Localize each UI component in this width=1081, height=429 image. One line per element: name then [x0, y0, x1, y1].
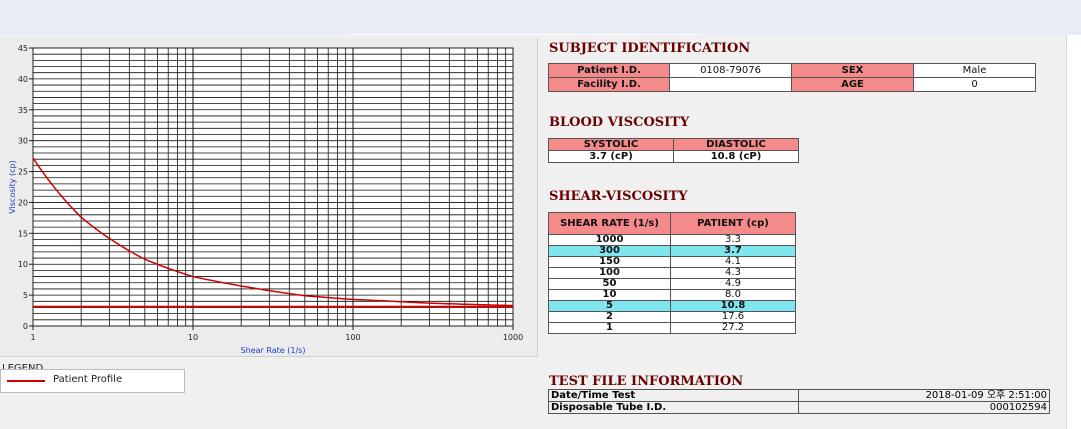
tube-id-value: 000102594 — [798, 401, 1050, 414]
right-edge-panel — [1066, 35, 1081, 429]
viscosity-cell: 4.3 — [670, 267, 796, 279]
shear-title: SHEAR-VISCOSITY — [549, 189, 688, 204]
top-bar — [0, 0, 1081, 35]
y-tick-label: 5 — [23, 291, 28, 300]
y-tick-label: 20 — [18, 198, 28, 207]
shear-table-row: 50 4.9 — [548, 278, 796, 290]
viscosity-cell: 4.1 — [670, 256, 796, 268]
shear-rate-cell: 5 — [548, 300, 671, 312]
patient-id-value: 0108-79076 — [669, 63, 792, 78]
shear-table-row: 5 10.8 — [548, 300, 796, 312]
y-tick-label: 30 — [18, 137, 28, 146]
viscosity-cell: 27.2 — [670, 322, 796, 334]
viscosity-cell: 10.8 — [670, 300, 796, 312]
date-time-value: 2018-01-09 오후 2:51:00 — [798, 389, 1050, 402]
x-tick-label: 100 — [345, 333, 360, 342]
shear-rate-cell: 1000 — [548, 234, 671, 246]
testfile-table: Date/Time Test 2018-01-09 오후 2:51:00 Dis… — [548, 389, 1050, 414]
shear-rate-cell: 50 — [548, 278, 671, 290]
systolic-value: 3.7 (cP) — [548, 150, 674, 163]
shear-table-row: 10 8.0 — [548, 289, 796, 301]
shear-rate-cell: 1 — [548, 322, 671, 334]
subject-title: SUBJECT IDENTIFICATION — [549, 41, 751, 56]
chart-panel: 0 5 10 15 20 25 30 35 40 45 1 10 100 1000 Shear Rate … — [0, 38, 538, 357]
y-tick-label: 15 — [18, 229, 28, 238]
sex-label: SEX — [791, 63, 914, 78]
shear-table-row: 1 27.2 — [548, 322, 796, 334]
viscosity-cell: 17.6 — [670, 311, 796, 323]
age-label: AGE — [791, 77, 914, 92]
top-divider — [348, 34, 700, 35]
shear-table-row: 100 4.3 — [548, 267, 796, 279]
shear-table-row: 300 3.7 — [548, 245, 796, 257]
x-tick-label: 1 — [30, 333, 35, 342]
diastolic-value: 10.8 (cP) — [673, 150, 799, 163]
tube-id-label: Disposable Tube I.D. — [548, 401, 799, 414]
date-time-label: Date/Time Test — [548, 389, 799, 402]
y-tick-label: 40 — [18, 75, 28, 84]
shear-rate-cell: 300 — [548, 245, 671, 257]
shear-table-row: 2 17.6 — [548, 311, 796, 323]
x-axis-label: Shear Rate (1/s) — [241, 346, 306, 355]
viscosity-chart: 0 5 10 15 20 25 30 35 40 45 1 10 100 1000 Shear Rate … — [8, 44, 523, 355]
diastolic-label: DIASTOLIC — [673, 138, 799, 151]
shear-rate-cell: 100 — [548, 267, 671, 279]
x-tick-label: 1000 — [503, 333, 523, 342]
facility-id-value — [669, 77, 792, 92]
facility-id-label: Facility I.D. — [548, 77, 670, 92]
blood-title: BLOOD VISCOSITY — [549, 115, 690, 130]
plot-area — [32, 47, 514, 327]
y-tick-label: 35 — [18, 106, 28, 115]
y-tick-label: 0 — [23, 322, 28, 331]
legend-line-swatch — [7, 380, 45, 382]
shear-table-row: 150 4.1 — [548, 256, 796, 268]
x-tick-label: 10 — [188, 333, 198, 342]
patient-cp-header: PATIENT (cp) — [670, 212, 796, 235]
y-tick-label: 45 — [18, 44, 28, 53]
y-tick-label: 25 — [18, 168, 28, 177]
viscosity-cell: 3.3 — [670, 234, 796, 246]
y-tick-label: 10 — [18, 260, 28, 269]
sex-value: Male — [913, 63, 1036, 78]
viscosity-cell: 4.9 — [670, 278, 796, 290]
age-value: 0 — [913, 77, 1036, 92]
shear-rate-cell: 10 — [548, 289, 671, 301]
legend-label: Patient Profile — [53, 374, 123, 385]
patient-id-label: Patient I.D. — [548, 63, 670, 78]
shear-rate-cell: 150 — [548, 256, 671, 268]
subject-table: Patient I.D. 0108-79076 SEX Male Facilit… — [548, 63, 1036, 92]
shear-rate-cell: 2 — [548, 311, 671, 323]
legend: Patient Profile — [0, 369, 185, 393]
systolic-label: SYSTOLIC — [548, 138, 674, 151]
viscosity-cell: 8.0 — [670, 289, 796, 301]
shear-table: SHEAR RATE (1/s) PATIENT (cp) 1000 3.3 300… — [548, 212, 796, 334]
blood-table: SYSTOLIC DIASTOLIC 3.7 (cP) 10.8 (cP) — [548, 138, 799, 163]
shear-rate-header: SHEAR RATE (1/s) — [548, 212, 671, 235]
y-axis-label: Viscosity (cp) — [8, 160, 17, 214]
shear-table-row: 1000 3.3 — [548, 234, 796, 246]
viscosity-cell: 3.7 — [670, 245, 796, 257]
testfile-title: TEST FILE INFORMATION — [549, 374, 744, 389]
